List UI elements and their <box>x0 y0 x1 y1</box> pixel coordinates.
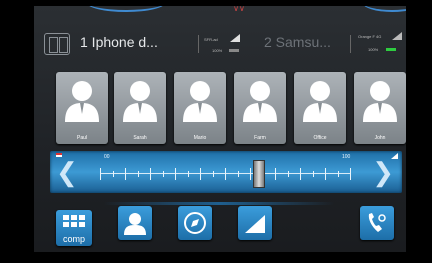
slider-tick <box>150 168 151 180</box>
person-icon <box>363 81 397 122</box>
person-icon <box>243 81 277 122</box>
navigation-button[interactable] <box>178 206 212 240</box>
call-transfer-icon <box>368 213 386 232</box>
sound-wave-icon: ∨∨ <box>233 6 245 13</box>
slider-tick <box>100 168 101 180</box>
slider-tick <box>325 168 326 180</box>
phone-slot-2[interactable]: 2 Samsu... Orange F 4G 100% <box>34 26 406 62</box>
phone-2-name: 2 Samsu... <box>264 34 331 50</box>
signal-icon <box>245 215 265 233</box>
favorite-contacts: Paul Sarah Mario Farm Office John <box>34 66 406 148</box>
slider-tick <box>300 168 301 180</box>
slider-thumb[interactable] <box>252 160 265 188</box>
comp-label: comp <box>62 234 85 244</box>
phone-2-carrier: Orange F 4G <box>358 34 382 39</box>
volume-slider[interactable]: ❮ 00 100 ❯ <box>50 151 402 193</box>
contact-tile[interactable]: Sarah <box>114 72 166 144</box>
phone-selector-bar: 1 Iphone d... SFR-ad 100% 2 Samsu... Ora… <box>34 26 406 62</box>
slider-tick <box>162 171 164 177</box>
slider-tick <box>137 171 139 177</box>
contact-icon <box>124 213 146 235</box>
person-icon <box>303 81 337 122</box>
slider-tick <box>112 171 114 177</box>
slider-tick <box>175 168 176 180</box>
keypad-icon <box>63 215 85 227</box>
signal-button[interactable] <box>238 206 272 240</box>
contact-tile[interactable]: Office <box>294 72 346 144</box>
contact-name: Office <box>313 135 327 141</box>
slider-tick <box>250 168 251 180</box>
contacts-button[interactable] <box>118 206 152 240</box>
slider-tick <box>200 168 201 180</box>
phone-2-battery-icon <box>386 48 396 51</box>
phone-2-separator <box>350 35 351 53</box>
slider-tick <box>287 171 289 177</box>
person-icon <box>65 81 99 122</box>
phone-2-battery-text: 100% <box>368 47 379 52</box>
contact-tile[interactable]: Farm <box>234 72 286 144</box>
slider-tick <box>275 168 276 180</box>
call-transfer-button[interactable] <box>360 206 394 240</box>
contact-tile[interactable]: John <box>354 72 406 144</box>
contact-tile[interactable]: Mario <box>174 72 226 144</box>
contact-name: John <box>374 135 386 141</box>
slider-tick <box>237 171 239 177</box>
slider-left-arrow-icon[interactable]: ❮ <box>56 159 78 185</box>
slider-ticks <box>100 161 351 187</box>
slider-tick <box>225 168 226 180</box>
contact-name: Farm <box>254 135 266 141</box>
top-right-arc <box>362 6 406 12</box>
keypad-button[interactable]: comp <box>56 210 92 246</box>
phone-2-signal-icon <box>392 32 402 40</box>
slider-tick <box>187 171 189 177</box>
slider-tick <box>312 171 314 177</box>
person-icon <box>123 81 157 122</box>
slider-max-label: 100 <box>342 154 351 160</box>
compass-icon <box>184 212 206 234</box>
slider-right-arrow-icon[interactable]: ❯ <box>372 159 394 185</box>
top-left-arc <box>86 6 166 12</box>
slider-tick <box>337 171 339 177</box>
slider-tick <box>350 168 351 180</box>
bottom-toolbar: comp <box>34 202 406 252</box>
slider-tick <box>125 168 126 180</box>
slider-min-label: 00 <box>104 154 110 160</box>
contact-tile[interactable]: Paul <box>56 72 108 144</box>
contact-name: Sarah <box>133 135 147 141</box>
slider-tick <box>212 171 214 177</box>
car-display-screen: ∨∨ 1 Iphone d... SFR-ad 100% 2 Samsu... … <box>34 6 406 252</box>
contact-name: Paul <box>76 135 87 141</box>
contact-name: Mario <box>193 135 207 141</box>
person-icon <box>183 81 217 122</box>
